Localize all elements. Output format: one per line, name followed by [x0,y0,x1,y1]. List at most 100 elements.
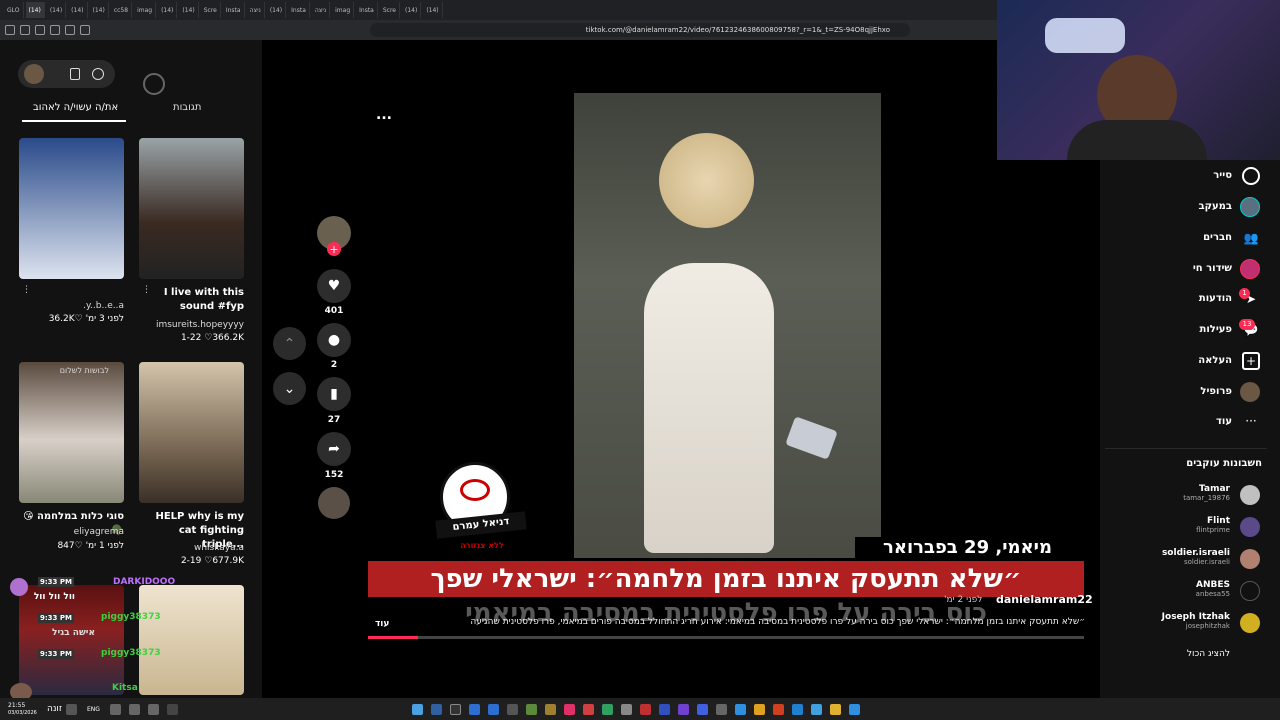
chevron-down-icon[interactable]: ⌄ [273,372,306,405]
account-avatar[interactable] [1240,581,1260,601]
nav-more[interactable]: עוד [1216,416,1232,427]
app-icon[interactable] [430,703,442,715]
tab-reactions[interactable]: תגובות [173,102,202,113]
app-icon[interactable] [582,703,594,715]
brave-icon[interactable] [772,703,784,715]
account-item[interactable]: Flint flintprime [1196,516,1230,534]
progress-track[interactable] [368,636,1084,639]
video-thumbnail[interactable] [139,138,244,279]
browser-tab[interactable]: (14) [25,2,45,18]
more-icon[interactable]: ⋮ [21,285,31,295]
edge-icon[interactable] [791,703,803,715]
browser-tab[interactable]: ניצה [247,2,265,18]
compass-icon[interactable] [1242,167,1260,185]
browser-tab[interactable]: imag [134,2,157,18]
app-icon[interactable] [810,703,822,715]
browser-tab[interactable]: (14) [179,2,199,18]
tabs-icon[interactable] [65,25,75,35]
app-icon[interactable] [658,703,670,715]
video-author[interactable]: imsureits.hopeyyyy [150,320,244,330]
account-avatar[interactable] [1240,613,1260,633]
chrome-icon[interactable] [753,703,765,715]
bookmark-icon[interactable] [50,25,60,35]
app-icon[interactable] [715,703,727,715]
account-item[interactable]: Tamar tamar_19876 [1183,484,1230,502]
app-icon[interactable] [506,703,518,715]
network-icon[interactable] [128,703,140,715]
browser-tab[interactable]: Insta [223,2,245,18]
friends-icon[interactable]: 👥 [1242,229,1260,247]
volume-icon[interactable] [109,703,121,715]
account-item[interactable]: ANBES anbesa55 [1196,580,1230,598]
phone-icon[interactable] [70,68,80,80]
tab-liked[interactable]: את/ה עשוי/ה לאהוב [33,102,118,113]
video-thumbnail[interactable]: לבושות לשלום [19,362,124,503]
nav-profile[interactable]: פרופיל [1200,386,1232,397]
nav-following[interactable]: במעקב [1199,201,1232,212]
app-icon[interactable] [639,703,651,715]
sound-avatar[interactable] [318,487,350,519]
video-author[interactable]: whiskaya.a [150,543,244,553]
heart-icon[interactable]: ♥ [317,269,351,303]
browser-tab[interactable]: GLO [4,2,24,18]
nav-messages[interactable]: הודעות [1199,293,1232,304]
app-icon[interactable] [563,703,575,715]
account-item[interactable]: Joseph Itzhak josephitzhak [1162,612,1230,630]
video-author[interactable]: y..b..e..a. [40,301,124,311]
folder-icon[interactable] [829,703,841,715]
steam-icon[interactable] [411,703,423,715]
video-thumbnail[interactable] [139,585,244,695]
account-avatar[interactable] [1240,517,1260,537]
discord-icon[interactable] [696,703,708,715]
history-icon[interactable] [35,25,45,35]
settings-icon[interactable] [92,68,104,80]
nav-live[interactable]: שידור חי [1193,263,1232,274]
browser-tab[interactable]: (14) [402,2,422,18]
video-author-name[interactable]: danielamram22 [996,593,1093,606]
browser-tab[interactable]: Insta [288,2,310,18]
chevron-up-icon[interactable]: ⌃ [273,327,306,360]
video-thumbnail[interactable] [19,138,124,279]
more-options-icon[interactable]: ... [376,107,392,123]
shield-icon[interactable] [20,25,30,35]
avatar[interactable] [24,64,44,84]
video-player[interactable] [574,93,881,558]
app-icon[interactable] [468,703,480,715]
account-item[interactable]: soldier.israeli soldier.israeli [1162,548,1230,566]
bookmark-icon[interactable]: ▮ [317,377,351,411]
app-icon[interactable] [734,703,746,715]
app-icon[interactable] [544,703,556,715]
more-dots-icon[interactable]: ··· [1242,412,1260,430]
nav-activity[interactable]: פעילות [1200,324,1233,335]
live-avatar[interactable] [1240,259,1260,279]
browser-tab[interactable]: (14) [423,2,443,18]
obs-icon[interactable] [449,703,461,715]
comment-icon[interactable]: ● [317,323,351,357]
url-field[interactable]: tiktok.com/@danielamram22/video/76123246… [370,23,910,37]
windows-start-icon[interactable] [848,703,860,715]
video-caption[interactable]: I live with this sound #fyp [150,286,244,314]
app-icon[interactable] [487,703,499,715]
video-author[interactable]: eliyagrema [40,527,124,537]
notification-icon[interactable] [66,703,77,715]
show-all-link[interactable]: להציג הכול [1187,649,1230,659]
browser-tab[interactable]: cc58 [111,2,133,18]
account-avatar[interactable] [1240,549,1260,569]
nav-upload[interactable]: העלאה [1198,355,1232,366]
browser-tab[interactable]: Scre [380,2,400,18]
chevron-up-icon[interactable] [166,703,178,715]
battery-icon[interactable] [147,703,159,715]
share-icon[interactable]: ➦ [317,432,351,466]
following-avatar[interactable] [1240,197,1260,217]
browser-tab[interactable]: (14) [47,2,67,18]
menu-icon[interactable] [5,25,15,35]
app-icon[interactable] [525,703,537,715]
browser-tab[interactable]: (14) [90,2,109,18]
language-indicator[interactable]: ENG [87,706,100,713]
video-thumbnail[interactable] [139,362,244,503]
browser-tab[interactable]: (14) [158,2,178,18]
browser-tab[interactable]: Scre [201,2,221,18]
browser-tab[interactable]: (14) [267,2,287,18]
browser-tab[interactable]: ניצה [312,2,331,18]
browser-tab[interactable]: Insta [356,2,378,18]
